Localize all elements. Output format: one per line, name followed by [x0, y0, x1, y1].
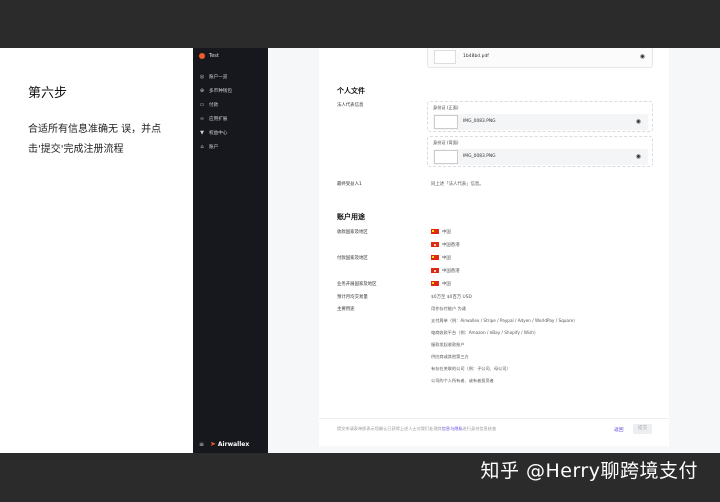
sidebar-item-rewards[interactable]: ▼ 权益中心 — [199, 126, 232, 140]
purpose-item: 支付周单（例：Airwallex / Stripe / Paypal / Ady… — [431, 318, 578, 323]
account-name: Test — [209, 53, 219, 59]
doc-file-name: IMG_0083.PNG — [463, 154, 496, 159]
hongkong-flag-icon — [431, 242, 439, 247]
collect-country: 中国香港 — [442, 243, 460, 248]
menu-icon[interactable]: ≡ — [199, 441, 204, 448]
purpose-item: 公司的个人所有者、或有者投资者 — [431, 378, 494, 383]
top-letterbox — [0, 0, 720, 48]
home-icon: ◎ — [199, 74, 205, 80]
card-icon: ▭ — [199, 102, 205, 108]
sidebar-item-label: 应用扩展 — [209, 117, 228, 122]
brand-logo: ➤ Airwallex — [210, 440, 249, 448]
sidebar-item-label: 多币种钱包 — [209, 89, 232, 94]
file-name: 1b48bd.pdf — [463, 54, 489, 59]
slide: 第六步 合适所有信息准确无 误，并点击'提交'完成注册流程 Test ◎ 账户一… — [0, 48, 720, 453]
brand-name: Airwallex — [217, 440, 250, 448]
hongkong-flag-icon — [431, 268, 439, 273]
collect-countries-label: 收款国家及地区 — [337, 230, 368, 235]
purpose-item: 供应商或其他第三方 — [431, 354, 469, 359]
doc-file-row: IMG_0083.PNG ◉ — [433, 149, 648, 165]
china-flag-icon — [431, 229, 439, 234]
sidebar-item-payments[interactable]: ▭ 付款 — [199, 98, 232, 112]
pay-country: 中国香港 — [442, 269, 460, 274]
pay-countries-label: 付款国家及地区 — [337, 256, 368, 261]
filter-icon: ▼ — [200, 130, 204, 136]
app-sidebar: Test ◎ 账户一览 ⊕ 多币种钱包 ▭ 付款 ∞ 应用扩展 ▼ 权益中心 ⌂… — [193, 48, 268, 453]
uploaded-file-row: 1b48bd.pdf ◉ — [427, 48, 653, 68]
sidebar-item-apps[interactable]: ∞ 应用扩展 — [199, 112, 232, 126]
doc-file-name: IMG_0083.PNG — [463, 119, 496, 124]
privacy-link[interactable]: 信息与隐私 — [442, 426, 463, 431]
purpose-item: 有存在关联的公司（例：子公司、母公司） — [431, 366, 511, 371]
consent-text-post: 进行身份信息核查 — [462, 426, 497, 431]
section-title-personal-docs: 个人文件 — [337, 87, 365, 95]
china-flag-icon — [431, 281, 439, 286]
operations-country: 中国 — [442, 282, 451, 287]
step-description: 合适所有信息准确无 误，并点击'提交'完成注册流程 — [28, 124, 162, 155]
eye-icon[interactable]: ◉ — [636, 118, 641, 125]
sidebar-item-wallet[interactable]: ⊕ 多币种钱包 — [199, 84, 232, 98]
pay-country: 中国 — [442, 256, 451, 261]
main-purpose-label: 主要用途 — [337, 307, 355, 312]
eye-icon[interactable]: ◉ — [636, 153, 641, 160]
eye-icon[interactable]: ◉ — [640, 53, 645, 60]
id-back-upload: 身份证 (背面) IMG_0083.PNG ◉ — [427, 136, 653, 167]
wallet-icon: ⊕ — [199, 88, 205, 94]
sidebar-item-label: 付款 — [209, 103, 219, 108]
file-thumbnail — [434, 50, 456, 64]
doc-title: 身份证 (正面) — [433, 105, 459, 110]
section-title-account-usage: 账户用途 — [337, 213, 365, 221]
ubo-label: 最终受益人1 — [337, 182, 362, 187]
china-flag-icon — [431, 255, 439, 260]
legal-rep-label: 法人代表信息 — [337, 103, 364, 108]
step-title: 第六步 — [28, 86, 68, 101]
doc-title: 身份证 (背面) — [433, 140, 459, 145]
bank-icon: ⌂ — [200, 144, 204, 150]
purpose-item: 服款发起收款账户 — [431, 342, 465, 347]
sidebar-item-label: 账户 — [209, 145, 219, 150]
airwallex-logo-icon: ➤ — [210, 440, 216, 448]
sidebar-item-label: 账户一览 — [209, 75, 228, 80]
footer-divider — [319, 418, 669, 419]
sidebar-item-overview[interactable]: ◎ 账户一览 — [199, 70, 232, 84]
id-front-upload: 身份证 (正面) IMG_0083.PNG ◉ — [427, 101, 653, 132]
operations-countries-label: 业务开展国家及地区 — [337, 282, 377, 287]
consent-text: 提交申请表单即表示您确认已获得上述人士对我们处理其信息与隐私进行身份信息核查 — [337, 426, 496, 432]
doc-thumbnail — [434, 115, 458, 129]
account-switcher[interactable]: Test — [199, 53, 219, 59]
doc-thumbnail — [434, 150, 458, 164]
purpose-item: 电商收款平台（例：Amazon / eBay / Shopify / Wish） — [431, 330, 539, 335]
consent-text-pre: 提交申请表单即表示您确认已获得上述人士对我们处理其 — [337, 426, 442, 431]
purpose-item: 用作存付能户 为诵 — [431, 306, 466, 311]
link-icon: ∞ — [199, 116, 205, 122]
sidebar-footer: ≡ ➤ Airwallex — [199, 440, 249, 448]
sidebar-nav: ◎ 账户一览 ⊕ 多币种钱包 ▭ 付款 ∞ 应用扩展 ▼ 权益中心 ⌂ 账户 — [199, 70, 232, 154]
avatar — [199, 53, 205, 59]
back-button[interactable]: 返回 — [614, 426, 624, 433]
monthly-volume-label: 预计月均交易量 — [337, 295, 368, 300]
submit-button[interactable]: 提交 — [633, 424, 652, 434]
sidebar-item-label: 权益中心 — [209, 131, 228, 136]
monthly-volume-value: $0万至 $0百万 USD — [431, 295, 472, 300]
doc-file-row: IMG_0083.PNG ◉ — [433, 114, 648, 130]
ubo-value: 同上述「法人代表」信息。 — [431, 182, 484, 187]
collect-country: 中国 — [442, 230, 451, 235]
sidebar-item-account[interactable]: ⌂ 账户 — [199, 140, 232, 154]
watermark: 知乎 @Herry聊跨境支付 — [480, 460, 698, 482]
